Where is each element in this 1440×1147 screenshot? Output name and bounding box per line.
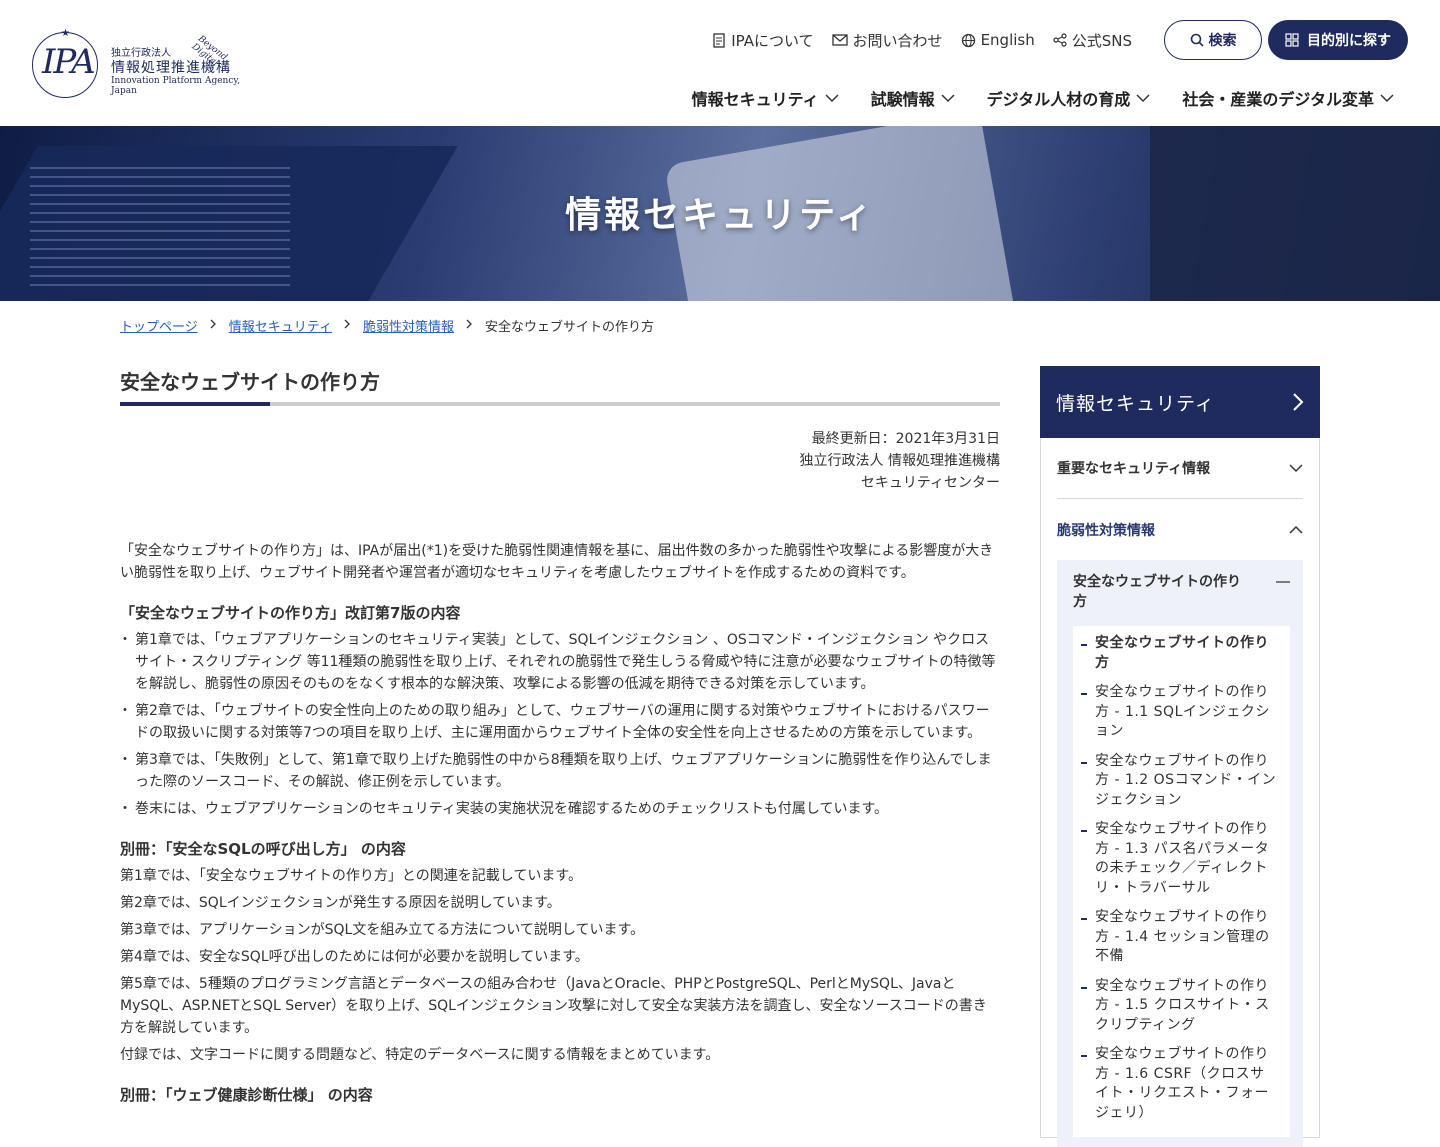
paragraph: 付録では、文字コードに関する問題など、特定のデータベースに関する情報をまとめてい… [120,1047,720,1063]
nav-dx-label: 社会・産業のデジタル変革 [1182,90,1374,109]
page-title: 安全なウェブサイトの作り方 [120,370,380,394]
site-header: ★ IPA 独立行政法人 情報処理推進機構 Innovation Platfor… [0,0,1440,126]
purpose-label: 目的別に探す [1307,33,1391,49]
search-icon [1190,33,1204,47]
english-link[interactable]: English [961,31,1035,49]
nav-exam[interactable]: 試験情報 [871,86,955,110]
nav-talent[interactable]: デジタル人材の育成 [987,86,1151,110]
breadcrumb-separator-icon [466,318,473,333]
breadcrumb-security[interactable]: 情報セキュリティ [229,316,332,335]
paragraph: 第1章では、「安全なウェブサイトの作り方」との関連を記載しています。 [120,868,582,884]
sidebar-item-vuln[interactable]: 脆弱性対策情報 [1057,499,1303,560]
hero-title: 情報セキュリティ [565,195,875,236]
share-icon [1053,33,1067,47]
section2-heading: 別冊：「安全なSQLの呼び出し方」 の内容 [120,840,406,858]
globe-icon [961,33,975,47]
chevron-down-icon [1136,93,1150,102]
submenu-item[interactable]: 安全なウェブサイトの作り方 [1081,634,1278,673]
contact-link[interactable]: お問い合わせ [831,30,943,51]
about-label: IPAについて [731,31,814,50]
sidebar-title: 情報セキュリティ [1056,392,1215,415]
search-label: 検索 [1208,33,1237,49]
paragraph: 第2章では、SQLインジェクションが発生する原因を説明しています。 [120,895,561,911]
article: 安全なウェブサイトの作り方 最終更新日：2021年3月31日 独立行政法人 情報… [118,366,1000,1111]
title-underline [120,402,1000,406]
nav-exam-label: 試験情報 [870,90,935,109]
submenu-title: 安全なウェブサイトの作り方 [1073,574,1241,610]
grid-icon [1285,33,1299,47]
chevron-down-icon [1289,463,1303,472]
paragraph: 第5章では、5種類のプログラミング言語とデータベースの組み合わせ（JavaとOr… [120,976,987,1036]
contact-label: お問い合わせ [852,31,943,50]
nav-security[interactable]: 情報セキュリティ [692,86,839,110]
breadcrumb-separator-icon [344,318,351,333]
list-item: 第1章では、「ウェブアプリケーションのセキュリティ実装」として、SQLインジェク… [118,629,1000,695]
chevron-up-icon [1289,525,1303,534]
hero-banner: 情報セキュリティ [0,126,1440,301]
author-org: 独立行政法人 情報処理推進機構 [799,453,1000,469]
chevron-down-icon [1380,93,1394,102]
submenu-item[interactable]: 安全なウェブサイトの作り方 - 1.4 セッション管理の不備 [1081,908,1278,967]
section3-heading: 別冊：「ウェブ健康診断仕様」 の内容 [120,1086,373,1104]
list-item: 巻末には、ウェブアプリケーションのセキュリティ実装の実施状況を確認するためのチェ… [118,798,1000,820]
breadcrumb-current: 安全なウェブサイトの作り方 [485,320,655,335]
logo-mark: IPA [42,42,96,82]
breadcrumb-vuln[interactable]: 脆弱性対策情報 [363,316,454,335]
submenu-item[interactable]: 安全なウェブサイトの作り方 - 1.3 パス名パラメータの未チェック／ディレクト… [1081,820,1278,898]
submenu-item[interactable]: 安全なウェブサイトの作り方 - 1.5 クロスサイト・スクリプティング [1081,977,1278,1036]
about-link[interactable]: IPAについて [712,30,814,51]
logo-star-icon: ★ [61,28,70,39]
minus-icon [1276,581,1290,583]
section1-heading: 「安全なウェブサイトの作り方」改訂第7版の内容 [120,604,461,622]
utility-nav: IPAについて お問い合わせ English 公式SNS 検索 目的別に探す [712,20,1408,60]
ipa-logo[interactable]: ★ IPA 独立行政法人 情報処理推進機構 Innovation Platfor… [32,24,262,104]
nav-dx[interactable]: 社会・産業のデジタル変革 [1182,86,1394,110]
section1-list: 第1章では、「ウェブアプリケーションのセキュリティ実装」として、SQLインジェク… [118,629,1000,820]
submenu-item[interactable]: 安全なウェブサイトの作り方 - 1.6 CSRF（クロスサイト・リクエスト・フォ… [1081,1045,1278,1123]
sns-link[interactable]: 公式SNS [1053,30,1132,51]
author-center: セキュリティセンター [860,475,1000,491]
sns-label: 公式SNS [1071,31,1132,50]
purpose-button[interactable]: 目的別に探す [1268,20,1408,60]
chevron-right-icon [1293,393,1304,411]
sidebar: 情報セキュリティ 重要なセキュリティ情報 脆弱性対策情報 安全なウェブサイトの作… [1040,366,1320,1147]
document-icon [713,32,725,48]
chevron-down-icon [941,93,955,102]
sidebar-item-important[interactable]: 重要なセキュリティ情報 [1057,438,1303,499]
nav-security-label: 情報セキュリティ [691,90,819,109]
paragraph: 第3章では、アプリケーションがSQL文を組み立てる方法について説明しています。 [120,922,645,938]
submenu-item[interactable]: 安全なウェブサイトの作り方 - 1.2 OSコマンド・インジェクション [1081,752,1278,811]
intro-paragraph: 「安全なウェブサイトの作り方」は、IPAが届出(*1)を受けた脆弱性関連情報を基… [120,543,994,581]
submenu-header[interactable]: 安全なウェブサイトの作り方 [1073,572,1290,612]
sidebar-menu: 重要なセキュリティ情報 脆弱性対策情報 安全なウェブサイトの作り方 安全なウェブ… [1040,438,1320,1147]
sidebar-submenu: 安全なウェブサイトの作り方 安全なウェブサイトの作り方 安全なウェブサイトの作り… [1057,560,1303,1147]
paragraph: 第4章では、安全なSQL呼び出しのためには何が必要かを説明しています。 [120,949,589,965]
mail-icon [831,34,848,46]
list-item: 第2章では、「ウェブサイトの安全性向上のための取り組み」として、ウェブサーバの運… [118,700,1000,744]
english-label: English [980,31,1035,49]
updated-date: 最終更新日：2021年3月31日 [811,431,1000,447]
article-meta: 最終更新日：2021年3月31日 独立行政法人 情報処理推進機構 セキュリティセ… [120,428,1000,494]
chevron-down-icon [825,93,839,102]
submenu-item[interactable]: 安全なウェブサイトの作り方 - 1.1 SQLインジェクション [1081,683,1278,742]
sidebar-item-label: 脆弱性対策情報 [1057,522,1155,539]
sidebar-header[interactable]: 情報セキュリティ [1040,366,1320,438]
submenu-list: 安全なウェブサイトの作り方 安全なウェブサイトの作り方 - 1.1 SQLインジ… [1073,626,1290,1137]
list-item: 第3章では、「失敗例」として、第1章で取り上げた脆弱性の中から8種類を取り上げ、… [118,749,1000,793]
search-button[interactable]: 検索 [1164,20,1262,60]
nav-talent-label: デジタル人材の育成 [986,90,1131,109]
breadcrumb-separator-icon [210,318,217,333]
breadcrumb: トップページ 情報セキュリティ 脆弱性対策情報 安全なウェブサイトの作り方 [120,316,654,335]
sidebar-item-label: 重要なセキュリティ情報 [1057,461,1211,477]
main-nav: 情報セキュリティ 試験情報 デジタル人材の育成 社会・産業のデジタル変革 [660,86,1394,110]
breadcrumb-top[interactable]: トップページ [120,316,198,335]
